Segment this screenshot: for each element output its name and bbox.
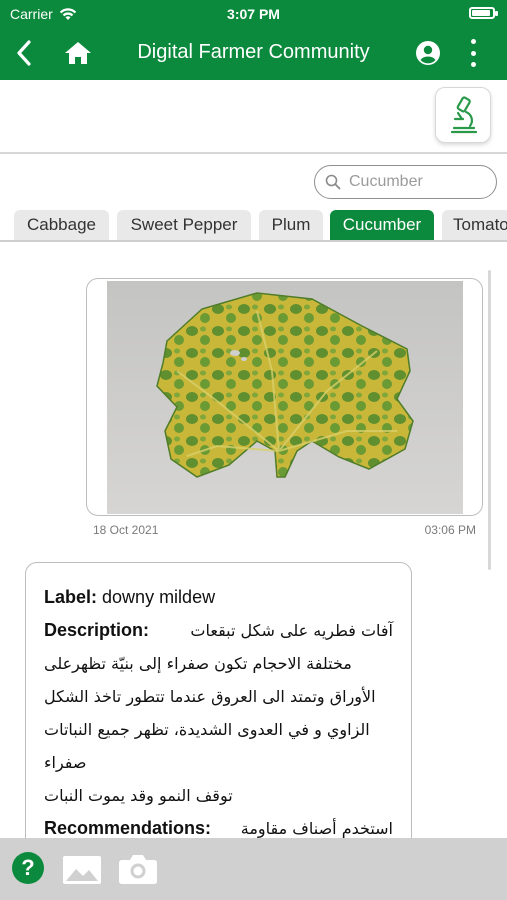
description-line: توقف النمو وقد يموت النبات [44, 786, 233, 805]
description-line: الزاوي و في العدوى الشديدة، تظهر جميع ال… [44, 720, 370, 739]
leaf-photo[interactable] [107, 281, 463, 514]
camera-button[interactable] [118, 853, 158, 885]
microscope-button[interactable] [435, 87, 491, 143]
post-date: 18 Oct 2021 [93, 523, 159, 537]
post-image-card[interactable] [86, 278, 483, 516]
diagnosis-card: Label: downy mildew Description: آفات فط… [25, 562, 412, 862]
leaf-image [107, 281, 463, 514]
crop-tabs: Cabbage Sweet Pepper Plum Cucumber Tomat… [0, 210, 507, 242]
search-placeholder: Cucumber [349, 173, 423, 190]
more-vert-dot [470, 62, 476, 67]
more-vert-dot [470, 50, 476, 56]
back-button[interactable] [8, 36, 40, 70]
gallery-icon [63, 856, 101, 884]
top-bar: Carrier 3:07 PM Digital Farmer Community [0, 0, 507, 80]
post-time: 03:06 PM [424, 523, 476, 537]
tab-cucumber[interactable]: Cucumber [330, 210, 434, 240]
tab-tomato[interactable]: Tomato [442, 210, 507, 240]
tab-cabbage[interactable]: Cabbage [14, 210, 109, 240]
description-line: مختلفة الاحجام تكون صفراء إلى بنيّة تظهر… [44, 654, 352, 673]
description-key: Description: [44, 620, 150, 640]
description-line: صفراء [44, 753, 87, 772]
more-vert-icon [470, 39, 476, 44]
label-key: Label: [44, 587, 98, 607]
help-button[interactable]: ? [12, 852, 44, 884]
app-root: Carrier 3:07 PM Digital Farmer Community… [0, 0, 507, 900]
profile-button[interactable] [413, 38, 443, 68]
nav-bar: Digital Farmer Community [0, 28, 507, 80]
status-bar: Carrier 3:07 PM [0, 0, 507, 28]
more-menu-button[interactable] [463, 36, 483, 70]
description-row: Description: آفات فطريه على شكل تبقعات [44, 614, 393, 647]
tool-area [0, 80, 507, 154]
description-line: الأوراق وتمتد الى العروق عندما تتطور تاخ… [44, 687, 376, 706]
bottom-toolbar: ? [0, 838, 507, 900]
home-button[interactable] [60, 36, 96, 70]
battery-icon [469, 7, 498, 19]
search-icon [325, 174, 341, 190]
label-value: downy mildew [102, 587, 216, 607]
scroll-indicator[interactable] [488, 270, 491, 570]
label-row: Label: downy mildew [44, 581, 393, 614]
status-time: 3:07 PM [227, 6, 280, 22]
back-icon [17, 40, 31, 66]
gallery-button[interactable] [62, 855, 102, 885]
page-title: Digital Farmer Community [137, 41, 370, 63]
camera-icon [119, 855, 157, 884]
microscope-icon [450, 96, 478, 134]
search-input[interactable]: Cucumber [314, 165, 497, 199]
tab-plum[interactable]: Plum [259, 210, 323, 240]
home-icon [65, 42, 91, 64]
tab-sweet-pepper[interactable]: Sweet Pepper [117, 210, 251, 240]
help-icon: ? [21, 855, 35, 880]
profile-icon [416, 41, 440, 65]
description-line: آفات فطريه على شكل تبقعات [190, 621, 393, 640]
